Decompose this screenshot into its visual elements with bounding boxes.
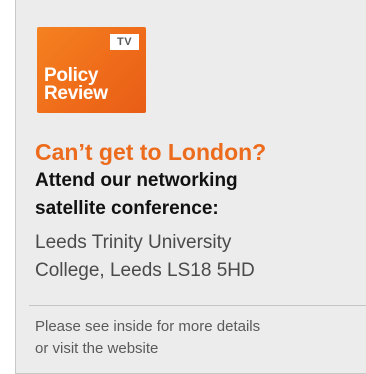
logo-tv-badge: TV [110,34,139,50]
venue-address: Leeds Trinity University College, Leeds … [35,229,255,285]
policy-review-tv-logo: TV Policy Review [37,27,146,113]
venue-line-2: College, Leeds LS18 5HD [35,260,255,281]
venue-line-1: Leeds Trinity University [35,232,232,253]
logo-line-review: Review [44,83,108,104]
details-line-2: or visit the website [35,340,159,357]
subheading-line-1: Attend our networking [35,170,238,191]
more-details-note: Please see inside for more details or vi… [35,316,260,360]
section-divider [29,305,366,306]
logo-wordmark: Policy Review [44,66,108,104]
subheading-line-2: satellite conference: [35,198,219,219]
headline: Can’t get to London? [35,139,267,165]
subheading: Attend our networking satellite conferen… [35,167,238,223]
details-line-1: Please see inside for more details [35,318,261,335]
conference-promo-panel: TV Policy Review Can’t get to London? At… [15,0,366,374]
